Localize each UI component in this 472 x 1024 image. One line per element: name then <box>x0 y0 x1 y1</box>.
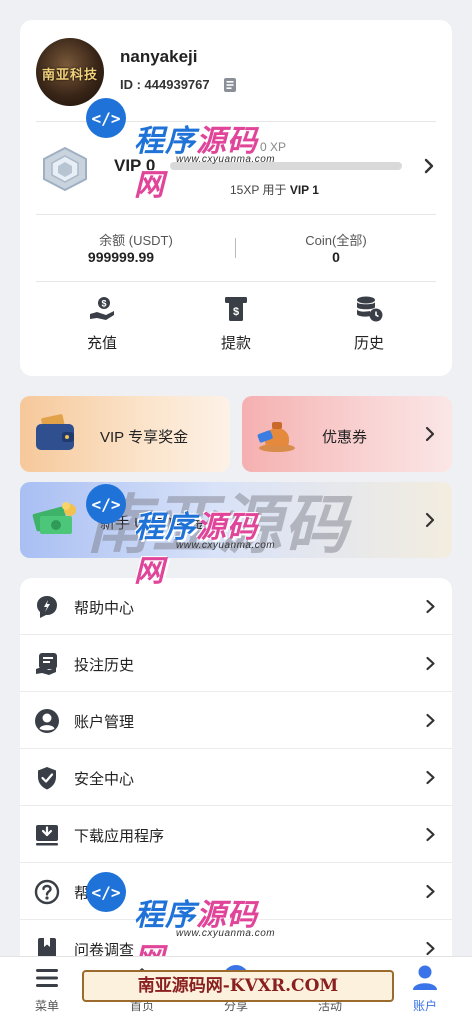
history-label: 历史 <box>353 335 384 352</box>
nav-menu[interactable]: 菜单 <box>17 963 77 1014</box>
menu-card: 帮助中心 投注历史 账户管理 安全中心 下载应用程序 帮助 问卷调查 <box>20 578 452 998</box>
menu-item-download[interactable]: 下载应用程序 <box>20 806 452 863</box>
menu-label: 投注历史 <box>74 657 135 674</box>
balance-separator <box>235 238 236 258</box>
chevron-right-icon <box>425 512 435 528</box>
copy-icon[interactable] <box>221 76 239 94</box>
question-icon <box>34 879 60 905</box>
deposit-button[interactable]: $ 充值 <box>57 294 147 353</box>
withdraw-label: 提款 <box>220 335 251 352</box>
svg-text:$: $ <box>101 299 106 309</box>
deposit-label: 充值 <box>86 335 117 352</box>
menu-label: 安全中心 <box>74 771 135 788</box>
profile-card: 南亚科技 nanyakeji ID : 444939767 VIP 0 0 XP… <box>20 20 452 376</box>
menu-label: 帮助 <box>74 885 105 902</box>
nav-label: 账户 <box>412 999 437 1013</box>
user-icon <box>413 965 437 990</box>
chevron-right-icon <box>426 713 435 728</box>
xp-progress-bar <box>170 162 402 170</box>
menu-icon <box>36 969 58 987</box>
menu-label: 下载应用程序 <box>74 828 165 845</box>
menu-label: 账户管理 <box>74 714 135 731</box>
balance-coin-label: Coin(全部) <box>305 233 367 248</box>
bet-history-icon <box>36 653 57 675</box>
menu-item-help-center[interactable]: 帮助中心 <box>20 578 452 635</box>
chevron-right-icon[interactable] <box>422 157 436 175</box>
menu-item-security[interactable]: 安全中心 <box>20 749 452 806</box>
xp-target-prefix: 15XP 用于 <box>230 183 287 197</box>
watermark-large-text: 南亚源码 <box>86 489 350 563</box>
help-center-icon <box>37 596 57 618</box>
chevron-right-icon <box>426 599 435 614</box>
vip-level: VIP 0 <box>114 156 156 175</box>
avatar-logo-text: 南亚科技 <box>41 68 98 83</box>
vip-bonus-card[interactable]: VIP 专享奖金 <box>20 396 230 472</box>
history-button[interactable]: 历史 <box>324 294 414 353</box>
nav-label: 菜单 <box>34 999 59 1013</box>
menu-item-bet-history[interactable]: 投注历史 <box>20 635 452 692</box>
withdraw-button[interactable]: $ 提款 <box>191 294 281 353</box>
shield-icon <box>38 767 56 790</box>
vip-gem-icon <box>43 146 87 192</box>
watermark-banner: 南亚源码网-KVXR.COM <box>82 970 394 1002</box>
menu-item-account[interactable]: 账户管理 <box>20 692 452 749</box>
download-icon <box>36 825 58 846</box>
chevron-right-icon <box>426 770 435 785</box>
avatar[interactable]: 南亚科技 <box>36 38 104 106</box>
deposit-icon: $ <box>90 297 114 320</box>
vip-bonus-label: VIP 专享奖金 <box>100 429 189 446</box>
balance-usdt-label: 余额 (USDT) <box>99 233 173 248</box>
divider <box>36 214 436 215</box>
chevron-right-icon <box>426 827 435 842</box>
balance-usdt-value: 999999.99 <box>87 249 155 265</box>
balance-coin-value: 0 <box>332 249 340 265</box>
chevron-right-icon <box>426 884 435 899</box>
chevron-right-icon <box>426 941 435 956</box>
chevron-right-icon <box>426 656 435 671</box>
divider <box>36 281 436 282</box>
cash-icon <box>32 502 76 534</box>
divider <box>36 121 436 122</box>
xp-target: 15XP 用于 VIP 1 <box>230 181 319 198</box>
account-icon <box>35 709 59 733</box>
xp-current: 0 XP <box>260 140 287 154</box>
user-id: ID : 444939767 <box>120 77 210 92</box>
username: nanyakeji <box>120 47 198 66</box>
coupon-card[interactable]: 优惠券 <box>242 396 452 472</box>
wallet-icon <box>36 414 74 450</box>
withdraw-icon: $ <box>225 297 247 321</box>
menu-label: 帮助中心 <box>74 600 135 617</box>
history-icon <box>357 296 383 322</box>
nav-account[interactable]: 账户 <box>395 963 455 1014</box>
coupon-bag-icon <box>257 422 295 452</box>
xp-target-level: VIP 1 <box>289 183 319 197</box>
menu-item-help[interactable]: 帮助 <box>20 863 452 920</box>
coupon-label: 优惠券 <box>322 429 368 446</box>
svg-text:$: $ <box>233 306 239 318</box>
chevron-right-icon <box>425 426 435 442</box>
